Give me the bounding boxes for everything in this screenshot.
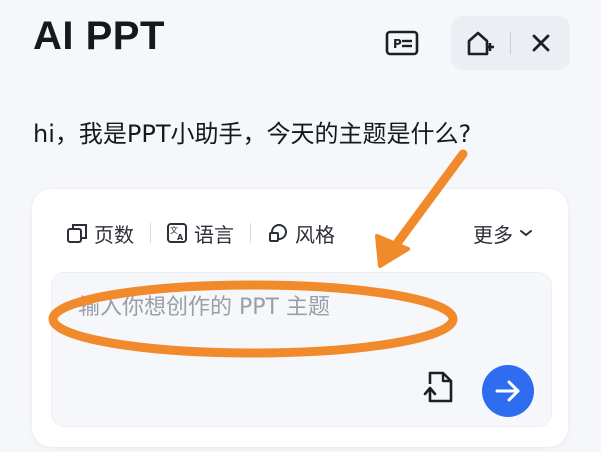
upload-file-icon [423,371,453,403]
header-divider [510,32,511,54]
option-bar: 页数 文 A 语言 风格 更多 [32,189,568,269]
more-label: 更多 [473,222,513,247]
style-icon [269,224,287,242]
chevron-down-icon [520,230,532,236]
top-bar: AI PPT P [0,0,601,90]
language-option[interactable]: 文 A 语言 [166,219,234,247]
header-action-group [451,16,570,70]
prompt-input-box [51,272,552,427]
language-icon: 文 A [167,223,187,243]
language-label: 语言 [194,222,234,247]
style-label: 风格 [295,222,335,247]
upload-file-button[interactable] [419,365,459,409]
slides-icon: P [385,30,419,56]
app-title: AI PPT [33,14,165,58]
topic-input[interactable] [78,287,518,327]
option-divider [150,223,151,243]
new-chat-button[interactable] [459,23,501,63]
prompt-card: 页数 文 A 语言 风格 更多 [32,189,568,447]
svg-text:A: A [177,233,184,242]
pages-label: 页数 [94,222,134,247]
close-button[interactable] [520,23,562,63]
more-option[interactable]: 更多 [473,219,533,247]
option-divider [250,223,251,243]
greeting-message: hi，我是PPT小助手，今天的主题是什么? [33,120,472,148]
style-option[interactable]: 风格 [267,219,335,247]
slides-button[interactable]: P [382,24,422,64]
pages-icon [67,224,87,243]
arrow-right-icon [495,380,520,402]
new-chat-icon [467,31,494,56]
svg-text:P: P [393,37,402,51]
close-icon [532,34,550,52]
send-button[interactable] [482,365,534,417]
pages-option[interactable]: 页数 [66,219,134,247]
